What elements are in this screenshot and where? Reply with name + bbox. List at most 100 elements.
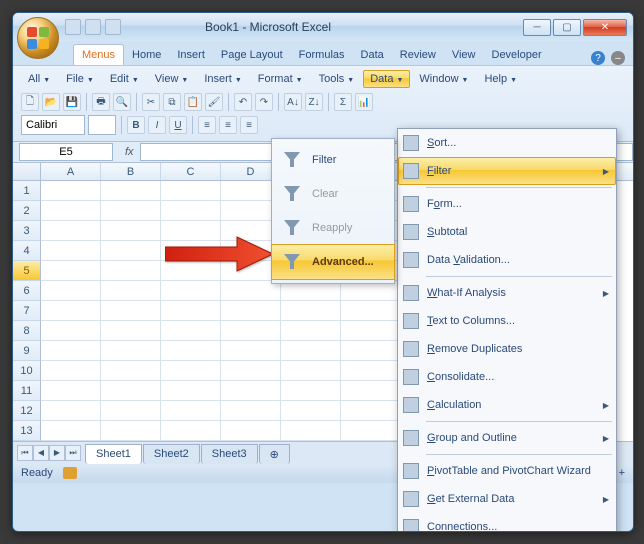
cell[interactable] xyxy=(161,261,221,281)
menu-view[interactable]: View▼ xyxy=(148,70,196,88)
cell[interactable] xyxy=(101,181,161,201)
ribbon-tab-formulas[interactable]: Formulas xyxy=(291,45,353,65)
close-button[interactable]: ✕ xyxy=(583,19,627,36)
cell[interactable] xyxy=(41,281,101,301)
minimize-ribbon-icon[interactable]: – xyxy=(611,51,625,65)
italic-icon[interactable]: I xyxy=(148,116,166,134)
qat-undo-icon[interactable] xyxy=(85,19,101,35)
help-icon[interactable]: ? xyxy=(591,51,605,65)
cell[interactable] xyxy=(41,401,101,421)
data-menu-subtotal[interactable]: Subtotal xyxy=(398,218,616,246)
cell[interactable] xyxy=(101,361,161,381)
align-center-icon[interactable]: ≡ xyxy=(219,116,237,134)
fx-icon[interactable]: fx xyxy=(125,146,134,158)
cell[interactable] xyxy=(41,261,101,281)
cell[interactable] xyxy=(281,341,341,361)
ribbon-tab-insert[interactable]: Insert xyxy=(169,45,213,65)
cell[interactable] xyxy=(41,241,101,261)
column-header[interactable]: A xyxy=(41,163,101,180)
cell[interactable] xyxy=(281,321,341,341)
menu-window[interactable]: Window▼ xyxy=(412,70,475,88)
align-left-icon[interactable]: ≡ xyxy=(198,116,216,134)
cell[interactable] xyxy=(41,221,101,241)
underline-icon[interactable]: U xyxy=(169,116,187,134)
font-name-select[interactable]: Calibri xyxy=(21,115,85,135)
cell[interactable] xyxy=(281,381,341,401)
cell[interactable] xyxy=(101,341,161,361)
sort-desc-icon[interactable]: Z↓ xyxy=(305,93,323,111)
font-size-select[interactable] xyxy=(88,115,116,135)
row-header[interactable]: 9 xyxy=(13,341,41,361)
cell[interactable] xyxy=(161,341,221,361)
align-right-icon[interactable]: ≡ xyxy=(240,116,258,134)
cell[interactable] xyxy=(341,301,401,321)
data-menu-sort-[interactable]: Sort... xyxy=(398,129,616,157)
cell[interactable] xyxy=(341,321,401,341)
menu-tools[interactable]: Tools▼ xyxy=(312,70,362,88)
row-header[interactable]: 2 xyxy=(13,201,41,221)
cell[interactable] xyxy=(161,221,221,241)
cell[interactable] xyxy=(161,401,221,421)
cell[interactable] xyxy=(161,281,221,301)
cell[interactable] xyxy=(161,421,221,441)
copy-icon[interactable]: ⧉ xyxy=(163,93,181,111)
format-painter-icon[interactable]: 🖌 xyxy=(205,93,223,111)
sum-icon[interactable]: Σ xyxy=(334,93,352,111)
cell[interactable] xyxy=(221,341,281,361)
cell[interactable] xyxy=(161,321,221,341)
cell[interactable] xyxy=(281,281,341,301)
cell[interactable] xyxy=(41,381,101,401)
save-icon[interactable]: 💾 xyxy=(63,93,81,111)
cell[interactable] xyxy=(161,241,221,261)
column-header[interactable]: B xyxy=(101,163,161,180)
row-header[interactable]: 13 xyxy=(13,421,41,441)
ribbon-tab-menus[interactable]: Menus xyxy=(73,44,124,65)
filter-item-filter[interactable]: Filter xyxy=(272,143,394,177)
ribbon-tab-developer[interactable]: Developer xyxy=(484,45,550,65)
name-box[interactable]: E5 xyxy=(19,143,113,161)
data-menu-calculation[interactable]: Calculation▶ xyxy=(398,391,616,419)
undo-icon[interactable]: ↶ xyxy=(234,93,252,111)
print-icon[interactable]: 🖶 xyxy=(92,93,110,111)
cell[interactable] xyxy=(41,301,101,321)
cell[interactable] xyxy=(221,401,281,421)
cell[interactable] xyxy=(281,421,341,441)
macro-record-icon[interactable] xyxy=(63,467,77,479)
chart-icon[interactable]: 📊 xyxy=(355,93,373,111)
sheet-tab[interactable]: Sheet3 xyxy=(201,444,258,464)
cell[interactable] xyxy=(41,201,101,221)
cell[interactable] xyxy=(221,321,281,341)
row-header[interactable]: 11 xyxy=(13,381,41,401)
cell[interactable] xyxy=(101,261,161,281)
sheet-tab[interactable]: Sheet1 xyxy=(85,444,142,464)
column-header[interactable]: C xyxy=(161,163,221,180)
data-menu-group-and-outline[interactable]: Group and Outline▶ xyxy=(398,424,616,452)
row-header[interactable]: 8 xyxy=(13,321,41,341)
data-menu-get-external-data[interactable]: Get External Data▶ xyxy=(398,485,616,513)
menu-data[interactable]: Data▼ xyxy=(363,70,410,88)
data-menu-connections-[interactable]: Connections... xyxy=(398,513,616,532)
menu-all[interactable]: All▼ xyxy=(21,70,57,88)
data-menu-text-to-columns-[interactable]: Text to Columns... xyxy=(398,307,616,335)
menu-help[interactable]: Help▼ xyxy=(477,70,524,88)
row-header[interactable]: 3 xyxy=(13,221,41,241)
paste-icon[interactable]: 📋 xyxy=(184,93,202,111)
cell[interactable] xyxy=(281,361,341,381)
ribbon-tab-data[interactable]: Data xyxy=(353,45,392,65)
data-menu-pivottable-and-pivotchart-wizard[interactable]: PivotTable and PivotChart Wizard xyxy=(398,457,616,485)
select-all-corner[interactable] xyxy=(13,163,41,180)
cell[interactable] xyxy=(101,321,161,341)
cell[interactable] xyxy=(41,421,101,441)
cell[interactable] xyxy=(101,381,161,401)
menu-file[interactable]: File▼ xyxy=(59,70,101,88)
minimize-button[interactable]: ─ xyxy=(523,19,551,36)
cell[interactable] xyxy=(161,201,221,221)
cell[interactable] xyxy=(101,401,161,421)
row-header[interactable]: 5 xyxy=(13,261,41,281)
cell[interactable] xyxy=(221,421,281,441)
cell[interactable] xyxy=(281,301,341,321)
cell[interactable] xyxy=(101,201,161,221)
zoom-in-button[interactable]: + xyxy=(619,467,625,479)
filter-item-advanced[interactable]: Advanced... xyxy=(271,244,395,280)
cell[interactable] xyxy=(101,281,161,301)
